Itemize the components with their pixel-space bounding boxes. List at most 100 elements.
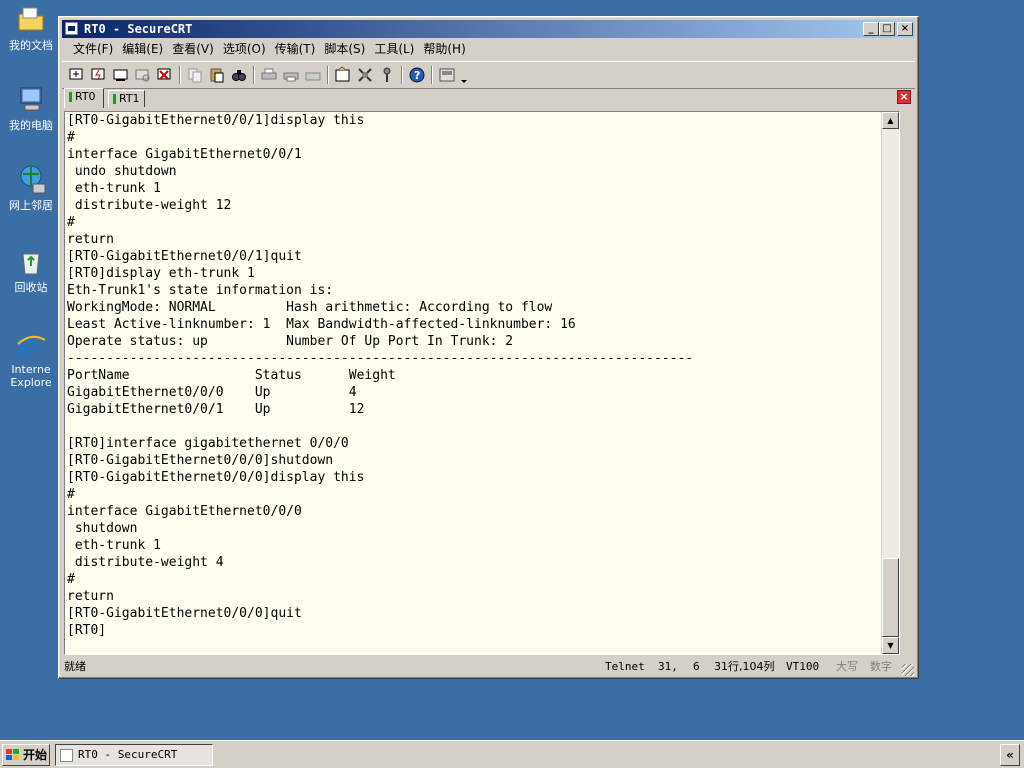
menu-view[interactable]: 查看(V) xyxy=(169,39,220,59)
close-button[interactable]: × xyxy=(897,22,913,36)
terminal-line: eth-trunk 1 xyxy=(67,181,161,196)
terminal-line: [RT0-GigabitEthernet0/0/0]quit xyxy=(67,606,302,621)
terminal-line: return xyxy=(67,232,114,247)
copy-icon[interactable] xyxy=(186,66,204,84)
terminal-line: eth-trunk 1 xyxy=(67,538,161,553)
sftp-icon[interactable] xyxy=(438,66,456,84)
desktop-icon-internet-explorer[interactable]: e Interne Explore xyxy=(6,328,56,389)
maximize-button[interactable]: □ xyxy=(879,22,895,36)
terminal-line: [RT0]interface gigabitethernet 0/0/0 xyxy=(67,436,349,451)
desktop-icon-network[interactable]: 网上邻居 xyxy=(6,164,56,212)
terminal-line: ----------------------------------------… xyxy=(67,351,694,366)
status-emulation: VT100 xyxy=(786,660,820,673)
desktop-icon-my-computer[interactable]: 我的电脑 xyxy=(6,84,56,132)
svg-text:e: e xyxy=(19,329,37,360)
terminal-line: interface GigabitEthernet0/0/1 xyxy=(67,147,302,162)
statusbar: 就绪 Telnet 31, 6 31行,104列 VT100 大写 数字 xyxy=(62,657,915,677)
desktop-icon-label: 网上邻居 xyxy=(9,199,53,212)
securecrt-window: RT0 - SecureCRT _ □ × 文件(F) 编辑(E) 查看(V) … xyxy=(58,16,919,679)
keymap-icon[interactable] xyxy=(378,66,396,84)
disconnect-icon[interactable] xyxy=(156,66,174,84)
status-ready: 就绪 xyxy=(64,660,86,673)
ie-icon: e xyxy=(15,328,47,364)
connect-tab-icon[interactable] xyxy=(112,66,130,84)
print-setup-icon[interactable] xyxy=(304,66,322,84)
terminal-output[interactable]: [RT0-GigabitEthernet0/0/1]display this # i… xyxy=(64,111,900,655)
session-tabstrip: RT0 RT1 × xyxy=(62,88,915,108)
taskbar: 开始 RT0 - SecureCRT « xyxy=(0,740,1024,768)
terminal-line: PortName Status Weight xyxy=(67,368,396,383)
menu-options[interactable]: 选项(O) xyxy=(220,39,272,59)
tab-rt1[interactable]: RT1 xyxy=(108,90,145,107)
terminal-line: # xyxy=(67,572,75,587)
start-button[interactable]: 开始 xyxy=(2,744,50,766)
toolbar: ? xyxy=(62,61,915,89)
connect-icon[interactable] xyxy=(68,66,86,84)
terminal-line: Operate status: up Number Of Up Port In … xyxy=(67,334,514,349)
close-tab-button[interactable]: × xyxy=(897,90,911,104)
window-titlebar[interactable]: RT0 - SecureCRT _ □ × xyxy=(62,20,915,38)
menu-transfer[interactable]: 传输(T) xyxy=(272,39,322,59)
terminal-line: # xyxy=(67,130,75,145)
taskbar-item-securecrt[interactable]: RT0 - SecureCRT xyxy=(55,744,213,766)
menu-help[interactable]: 帮助(H) xyxy=(420,39,471,59)
status-caps: 大写 xyxy=(836,660,858,673)
terminal-line: undo shutdown xyxy=(67,164,177,179)
reconnect-icon[interactable] xyxy=(134,66,152,84)
window-title: RT0 - SecureCRT xyxy=(84,22,193,36)
toolbar-separator xyxy=(253,66,255,84)
vertical-scrollbar[interactable]: ▲ ▼ xyxy=(881,112,899,654)
session-options-icon[interactable] xyxy=(334,66,352,84)
terminal-line: [RT0-GigabitEthernet0/0/0]shutdown xyxy=(67,453,334,468)
terminal-line: [RT0]display eth-trunk 1 xyxy=(67,266,255,281)
recycle-bin-icon xyxy=(15,246,47,278)
menu-file[interactable]: 文件(F) xyxy=(70,39,119,59)
status-size: 31行,104列 xyxy=(714,660,775,673)
terminal-line: distribute-weight 4 xyxy=(67,555,224,570)
terminal-line: Eth-Trunk1's state information is: xyxy=(67,283,334,298)
print-selection-icon[interactable] xyxy=(282,66,300,84)
terminal-line: shutdown xyxy=(67,521,138,536)
toolbar-overflow-icon[interactable] xyxy=(460,66,468,84)
terminal-line: [RT0-GigabitEthernet0/0/1]quit xyxy=(67,249,302,264)
terminal-line: # xyxy=(67,487,75,502)
network-icon xyxy=(15,164,47,196)
desktop-icon-label: Interne xyxy=(11,363,51,376)
paste-icon[interactable] xyxy=(208,66,226,84)
tab-label: RT1 xyxy=(119,92,140,105)
windows-flag-icon xyxy=(6,749,19,760)
desktop-icon-recycle-bin[interactable]: 回收站 xyxy=(6,246,56,294)
menubar: 文件(F) 编辑(E) 查看(V) 选项(O) 传输(T) 脚本(S) 工具(L… xyxy=(62,39,915,59)
print-icon[interactable] xyxy=(260,66,278,84)
tab-label: RT0 xyxy=(75,90,96,103)
tab-rt0[interactable]: RT0 xyxy=(64,88,104,108)
svg-text:?: ? xyxy=(414,69,420,82)
resize-grip-icon[interactable] xyxy=(902,664,914,676)
scroll-up-button[interactable]: ▲ xyxy=(882,112,899,129)
global-options-icon[interactable] xyxy=(356,66,374,84)
menu-tools[interactable]: 工具(L) xyxy=(371,39,420,59)
help-icon[interactable]: ? xyxy=(408,66,426,84)
toolbar-separator xyxy=(401,66,403,84)
computer-icon xyxy=(15,84,47,116)
quick-connect-icon[interactable] xyxy=(90,66,108,84)
menu-script[interactable]: 脚本(S) xyxy=(321,39,371,59)
terminal-line: return xyxy=(67,589,114,604)
desktop-icon-label: 回收站 xyxy=(14,281,48,294)
scroll-down-button[interactable]: ▼ xyxy=(882,637,899,654)
desktop-icon-my-documents[interactable]: 我的文档 xyxy=(6,4,56,52)
find-icon[interactable] xyxy=(230,66,248,84)
terminal-line: GigabitEthernet0/0/1 Up 12 xyxy=(67,402,365,417)
terminal-line: WorkingMode: NORMAL Hash arithmetic: Acc… xyxy=(67,300,553,315)
taskbar-item-label: RT0 - SecureCRT xyxy=(78,748,178,761)
tray-expand-button[interactable]: « xyxy=(1000,744,1020,766)
status-row: 31, xyxy=(658,660,678,673)
minimize-button[interactable]: _ xyxy=(863,22,879,36)
terminal-line: [RT0-GigabitEthernet0/0/0]display this xyxy=(67,470,365,485)
terminal-line: distribute-weight 12 xyxy=(67,198,232,213)
scroll-thumb[interactable] xyxy=(882,558,899,637)
menu-edit[interactable]: 编辑(E) xyxy=(119,39,169,59)
securecrt-app-icon[interactable] xyxy=(65,22,78,35)
start-label: 开始 xyxy=(23,748,48,762)
